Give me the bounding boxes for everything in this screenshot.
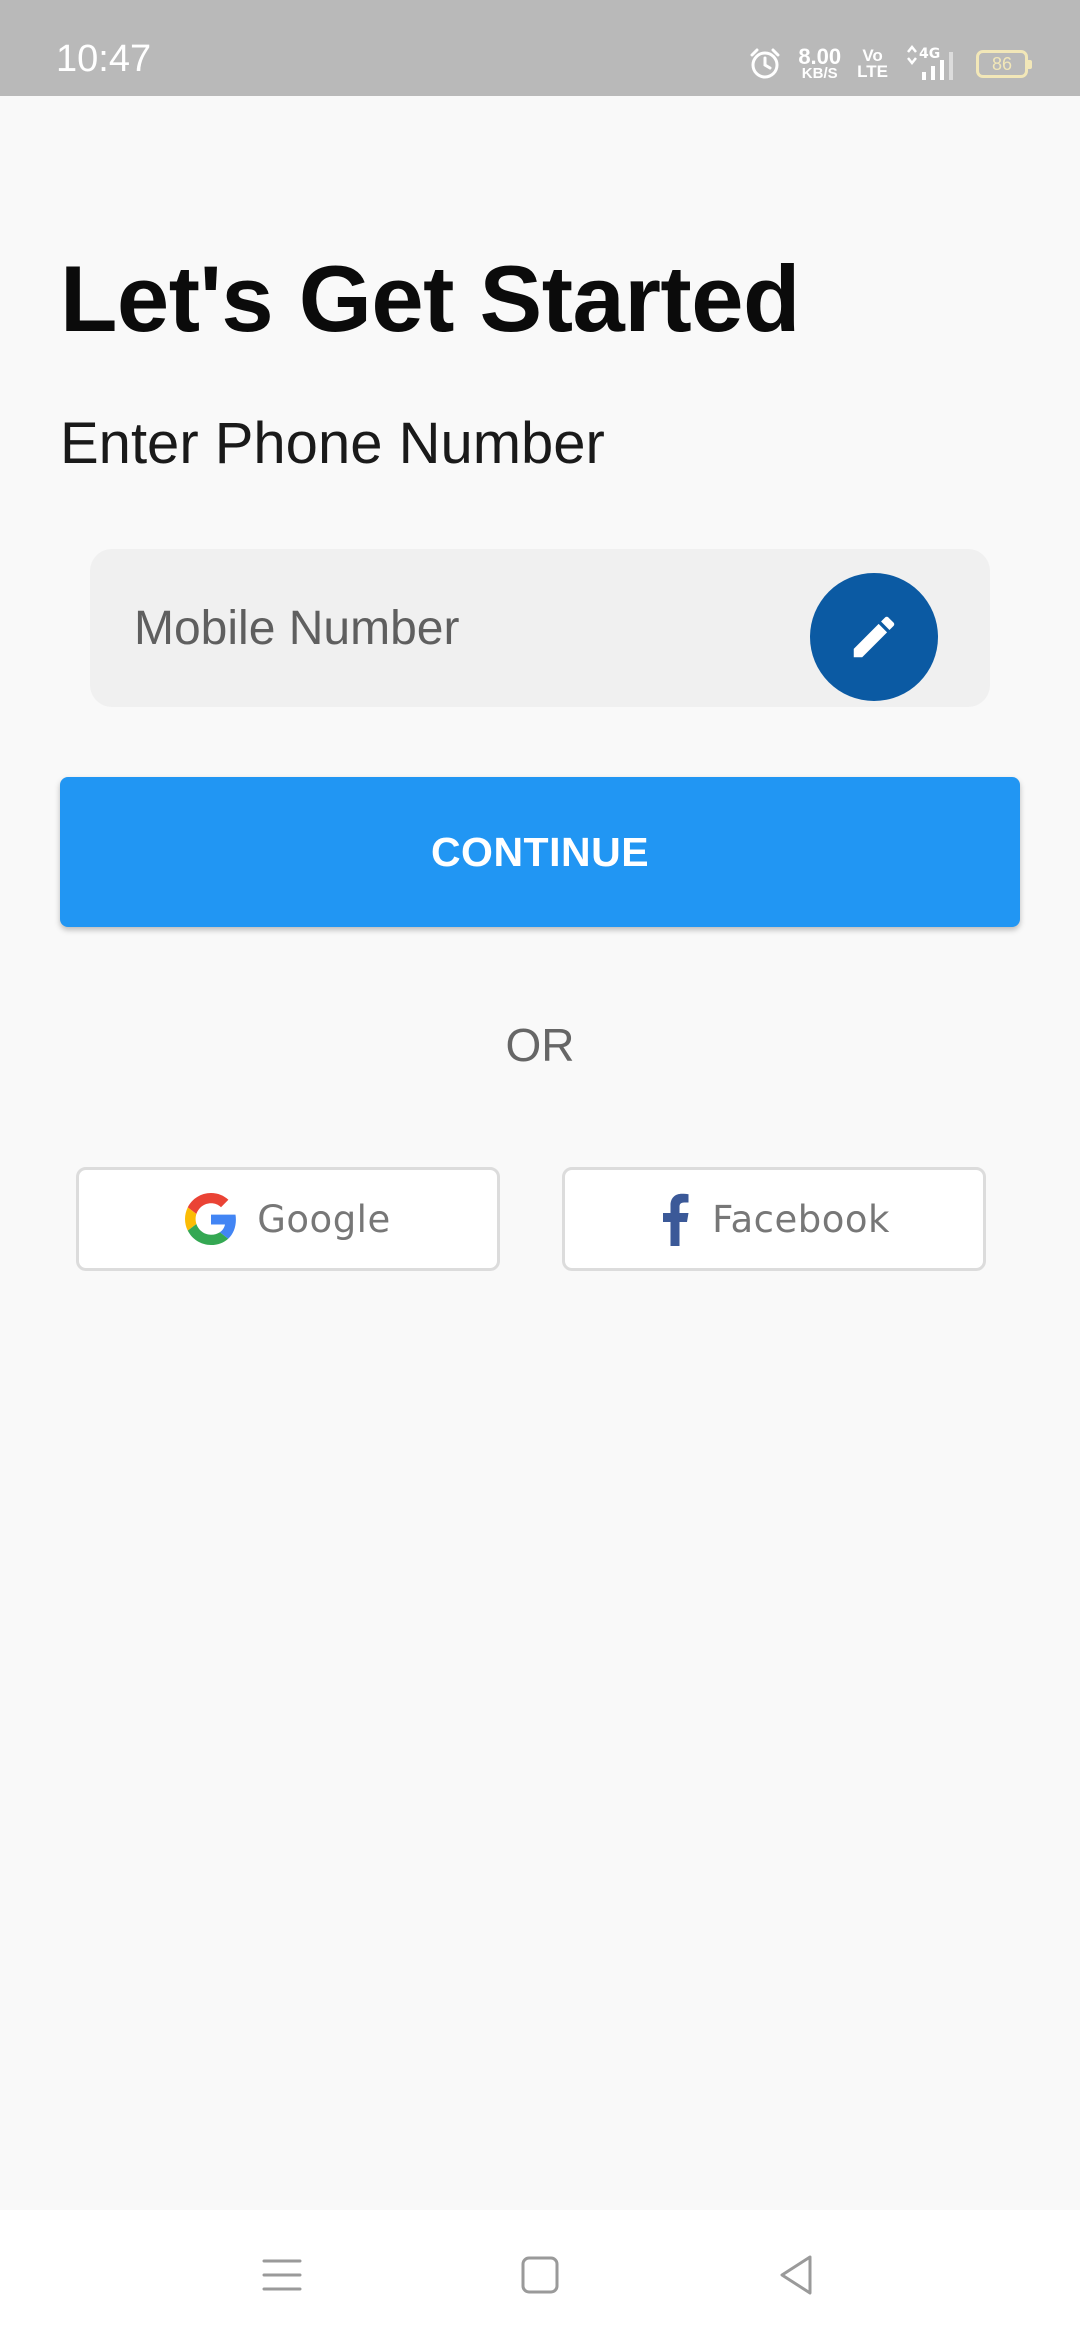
facebook-icon xyxy=(663,1193,689,1246)
battery-level: 86 xyxy=(991,53,1013,74)
network-speed: 8.00 KB/S xyxy=(798,46,841,83)
volte-indicator: Vo LTE xyxy=(857,47,888,81)
mobile-number-field xyxy=(90,549,990,707)
nav-home-button[interactable] xyxy=(480,2210,600,2340)
edit-button[interactable] xyxy=(810,573,938,701)
continue-button[interactable]: CONTINUE xyxy=(60,777,1020,927)
google-icon xyxy=(185,1193,237,1245)
phone-number-label: Enter Phone Number xyxy=(60,411,605,476)
mobile-number-input[interactable] xyxy=(134,549,814,707)
system-nav-bar xyxy=(0,2210,1080,2340)
facebook-sign-in-button[interactable]: Facebook xyxy=(562,1167,986,1271)
status-icons: 8.00 KB/S Vo LTE 4G 86 xyxy=(748,40,1032,88)
signal-icon: 4G xyxy=(907,44,953,80)
back-icon xyxy=(780,2255,812,2295)
battery-icon: 86 xyxy=(976,50,1032,78)
menu-icon xyxy=(262,2259,302,2291)
volte-bottom: LTE xyxy=(857,62,888,81)
pencil-icon xyxy=(853,616,895,658)
network-speed-unit: KB/S xyxy=(801,65,838,83)
status-bar: 10:47 8.00 KB/S Vo LTE 4G 86 xyxy=(0,0,1080,96)
google-label: Google xyxy=(257,1197,391,1241)
nav-back-button[interactable] xyxy=(736,2210,856,2340)
or-divider: OR xyxy=(505,1019,575,1071)
network-type: 4G xyxy=(919,46,940,62)
nav-menu-button[interactable] xyxy=(222,2210,342,2340)
alarm-icon xyxy=(750,48,780,79)
google-sign-in-button[interactable]: Google xyxy=(76,1167,500,1271)
home-icon xyxy=(521,2256,559,2294)
page-title: Let's Get Started xyxy=(60,246,800,351)
facebook-label: Facebook xyxy=(712,1197,890,1241)
status-time: 10:47 xyxy=(56,38,152,80)
